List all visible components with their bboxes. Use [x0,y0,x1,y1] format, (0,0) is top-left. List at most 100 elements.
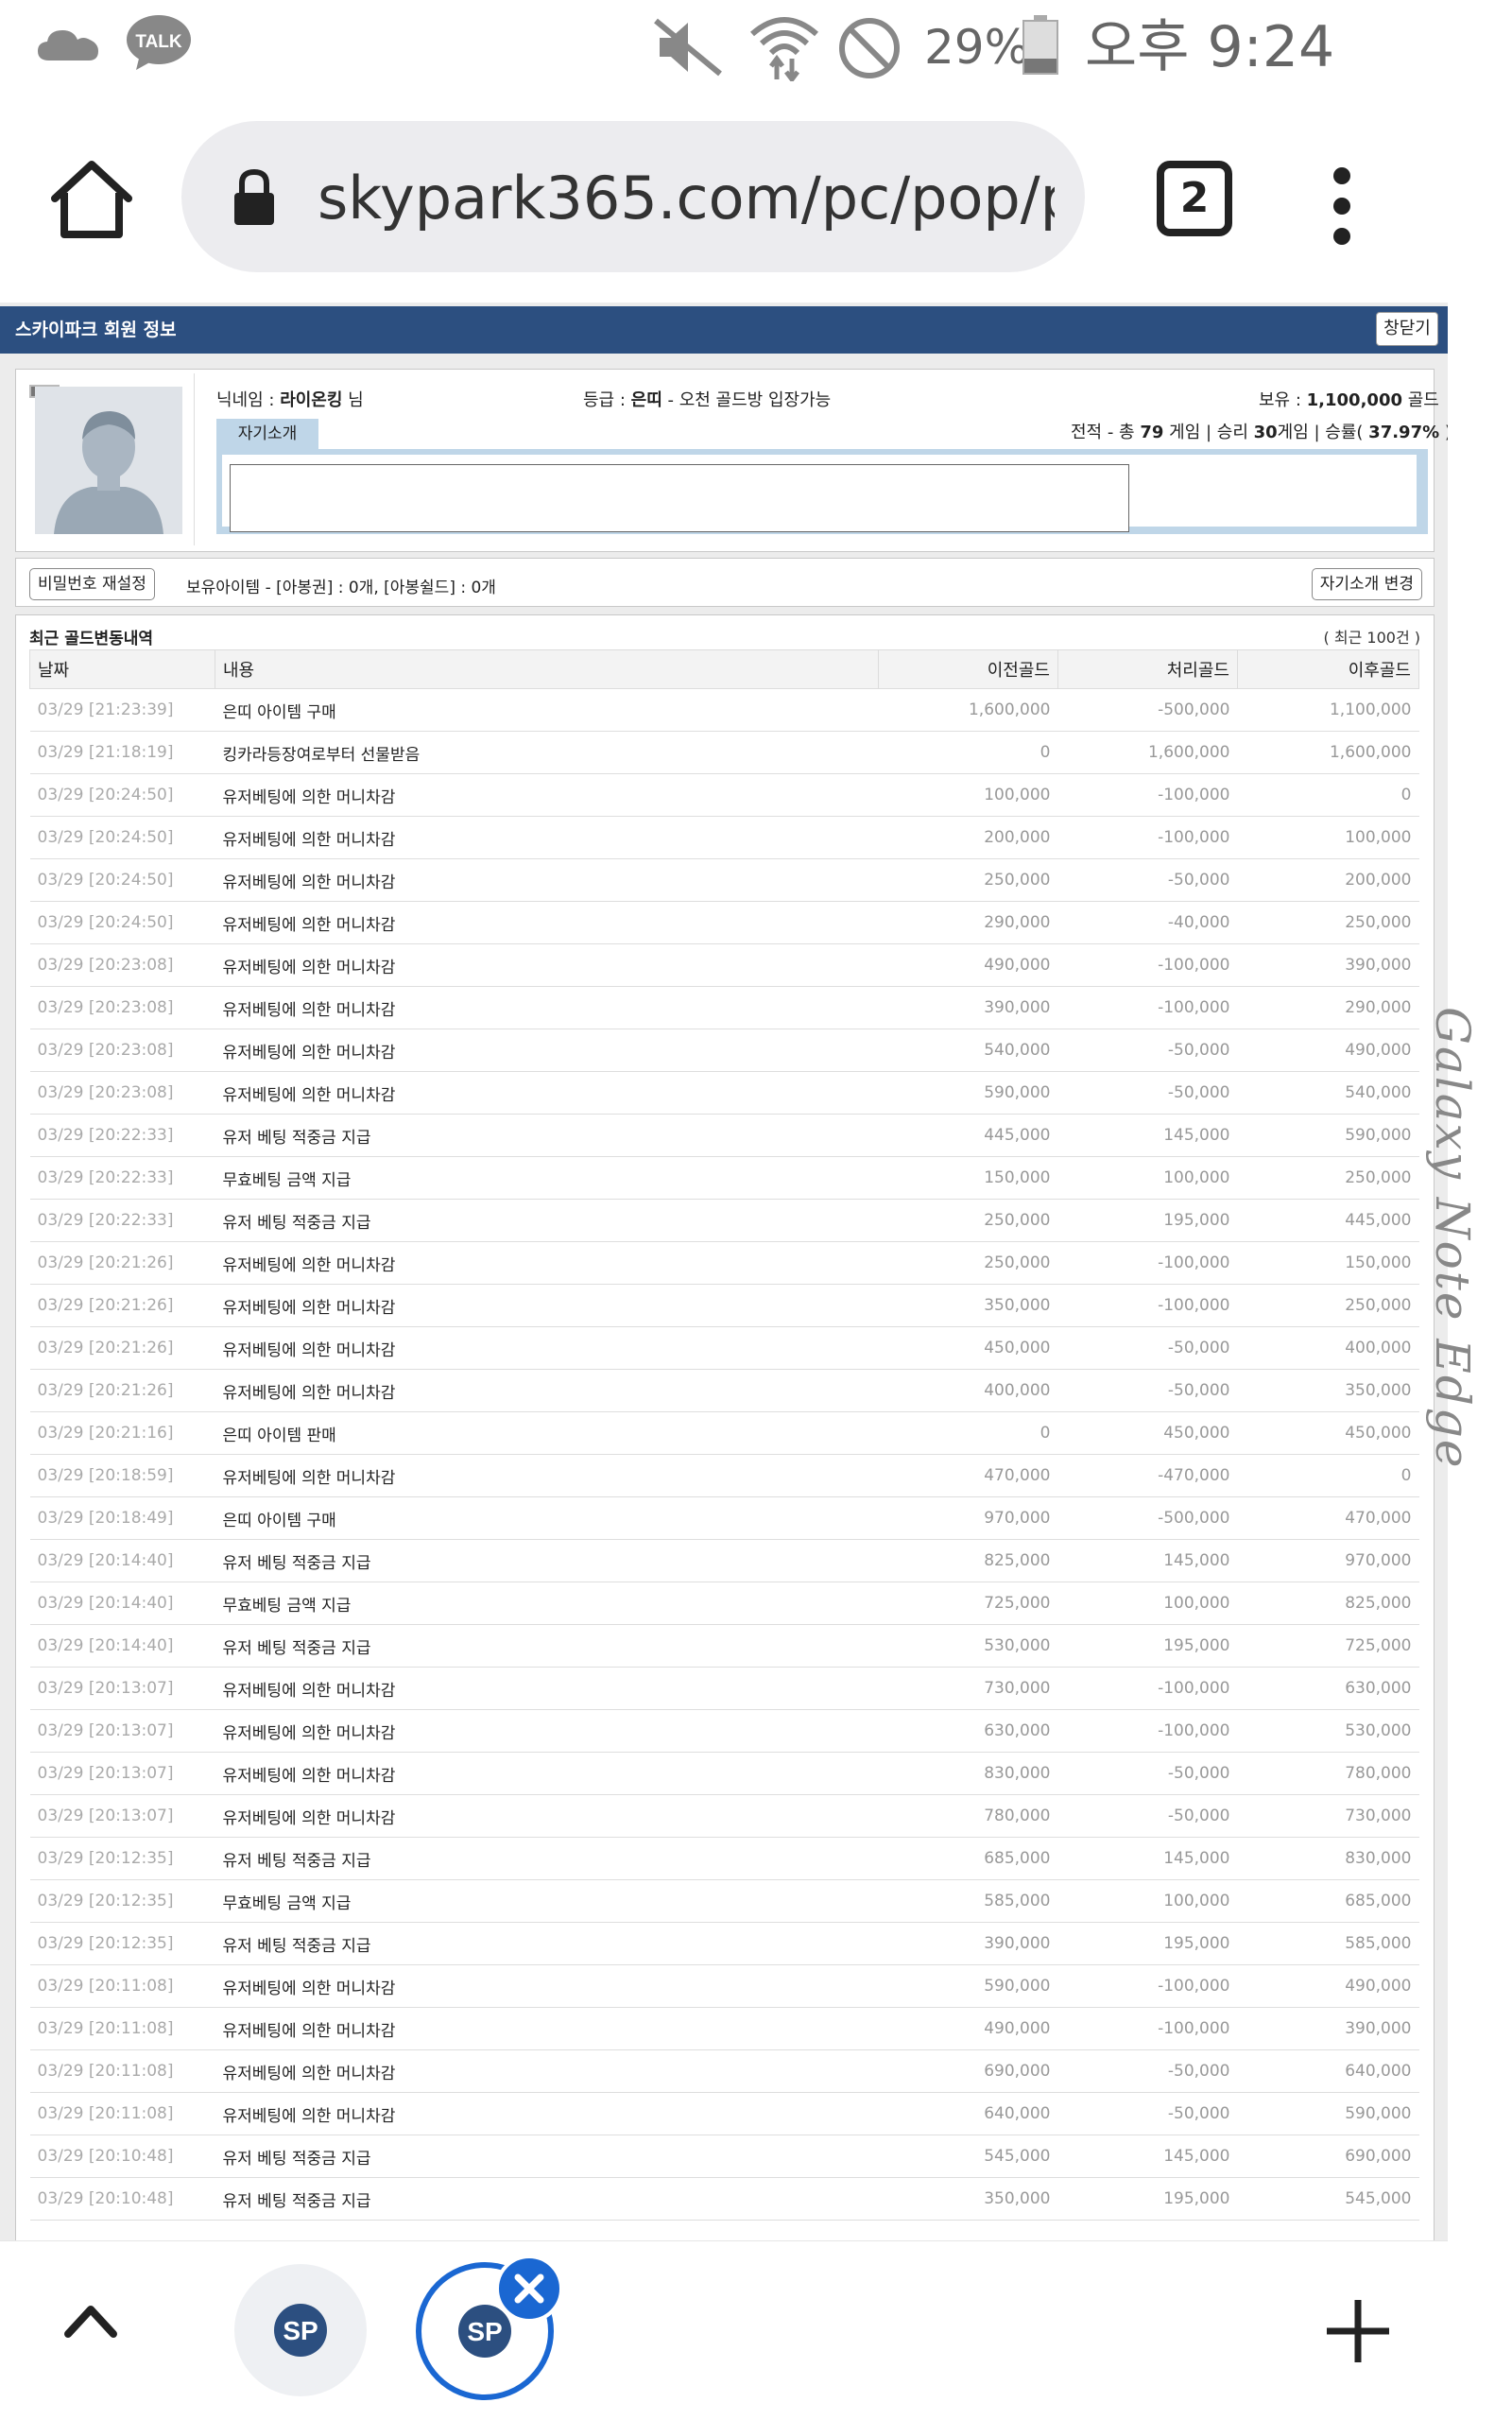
cell-after-gold: 690,000 [1237,2135,1419,2178]
close-window-button[interactable]: 창닫기 [1376,312,1438,346]
table-row: 03/29 [20:24:50] 유저베팅에 의한 머니차감 290,000 -40,… [29,901,1419,944]
cell-after-gold: 540,000 [1237,1071,1419,1115]
battery-icon [1022,15,1058,75]
cell-content: 유저베팅에 의한 머니차감 [215,1241,879,1285]
svg-text:SP: SP [283,2316,318,2345]
cell-before-gold: 970,000 [878,1496,1058,1540]
block-icon [839,18,900,78]
table-row: 03/29 [20:18:49] 은띠 아이템 구매 970,000 -500,000… [29,1496,1419,1540]
column-header-content: 내용 [215,649,879,689]
svg-text:TALK: TALK [135,32,182,52]
cell-date: 03/29 [20:24:50] [29,773,215,817]
cell-change-gold: -100,000 [1057,1284,1238,1327]
cell-before-gold: 1,600,000 [878,688,1058,732]
history-count: ( 최근 100건 ) [1323,629,1420,647]
cell-after-gold: 470,000 [1237,1496,1419,1540]
cell-after-gold: 970,000 [1237,1539,1419,1582]
cell-date: 03/29 [20:11:08] [29,2007,215,2050]
cell-date: 03/29 [20:24:50] [29,901,215,944]
cell-change-gold: -100,000 [1057,1667,1238,1710]
cell-after-gold: 450,000 [1237,1411,1419,1455]
table-row: 03/29 [20:13:07] 유저베팅에 의한 머니차감 780,000 -50,… [29,1794,1419,1838]
cell-date: 03/29 [20:23:08] [29,943,215,987]
cell-date: 03/29 [20:13:07] [29,1794,215,1838]
cell-date: 03/29 [20:23:08] [29,1071,215,1115]
table-row: 03/29 [20:22:33] 무효베팅 금액 지급 150,000 100,000… [29,1156,1419,1200]
cell-content: 유저베팅에 의한 머니차감 [215,986,879,1029]
reset-password-button[interactable]: 비밀번호 재설정 [29,568,155,600]
cell-after-gold: 350,000 [1237,1369,1419,1412]
cell-date: 03/29 [20:13:07] [29,1709,215,1753]
popup-title: 스카이파크 회원 정보 [15,320,177,340]
cell-change-gold: 100,000 [1057,1582,1238,1625]
avatar [35,387,182,534]
balance-text: 보유 : 1,100,000 골드 [1259,390,1439,410]
cell-after-gold: 490,000 [1237,1028,1419,1072]
cell-date: 03/29 [20:21:26] [29,1241,215,1285]
more-menu-icon[interactable] [1323,163,1361,257]
cell-after-gold: 590,000 [1237,1114,1419,1157]
cell-date: 03/29 [21:23:39] [29,688,215,732]
table-row: 03/29 [20:23:08] 유저베팅에 의한 머니차감 540,000 -50,… [29,1028,1419,1072]
cell-date: 03/29 [20:10:48] [29,2177,215,2221]
close-icon[interactable] [495,2255,563,2323]
cell-before-gold: 725,000 [878,1582,1058,1625]
cell-before-gold: 390,000 [878,986,1058,1029]
cell-after-gold: 250,000 [1237,1156,1419,1200]
tab-thumbnail[interactable]: SP [234,2264,367,2396]
cell-content: 유저베팅에 의한 머니차감 [215,1454,879,1497]
cell-before-gold: 250,000 [878,1199,1058,1242]
column-header-change-gold: 처리골드 [1057,649,1238,689]
url-text[interactable]: skypark365.com/pc/pop/pc [318,159,1055,238]
cell-date: 03/29 [20:22:33] [29,1156,215,1200]
cell-before-gold: 445,000 [878,1114,1058,1157]
cell-change-gold: -50,000 [1057,2049,1238,2093]
cell-content: 유저베팅에 의한 머니차감 [215,1284,879,1327]
change-intro-button[interactable]: 자기소개 변경 [1311,568,1422,600]
cell-content: 은띠 아이템 구매 [215,1496,879,1540]
table-row: 03/29 [20:18:59] 유저베팅에 의한 머니차감 470,000 -470… [29,1454,1419,1497]
cell-after-gold: 590,000 [1237,2092,1419,2135]
table-row: 03/29 [20:21:26] 유저베팅에 의한 머니차감 400,000 -50,… [29,1369,1419,1412]
cell-after-gold: 640,000 [1237,2049,1419,2093]
cell-change-gold: -500,000 [1057,688,1238,732]
cell-content: 유저 베팅 적중금 지급 [215,1539,879,1582]
owned-items-text: 보유아이템 - [아봉권] : 0개, [아봉쉴드] : 0개 [186,579,496,597]
cell-content: 유저베팅에 의한 머니차감 [215,773,879,817]
plus-icon[interactable] [1323,2296,1393,2366]
status-bar: TALK 29% 오후 9:24 [0,0,1448,95]
cell-after-gold: 390,000 [1237,2007,1419,2050]
cell-date: 03/29 [20:12:35] [29,1922,215,1965]
record-wins: 30 [1253,423,1278,442]
self-intro-field[interactable] [230,464,1129,532]
address-bar[interactable]: skypark365.com/pc/pop/pc [181,121,1085,272]
cell-before-gold: 530,000 [878,1624,1058,1668]
tab-self-intro[interactable]: 자기소개 [216,419,318,449]
cell-before-gold: 470,000 [878,1454,1058,1497]
cell-date: 03/29 [20:14:40] [29,1624,215,1668]
tab-switcher-button[interactable]: 2 [1157,161,1232,236]
cell-content: 무효베팅 금액 지급 [215,1582,879,1625]
cell-change-gold: 100,000 [1057,1879,1238,1923]
cell-content: 유저베팅에 의한 머니차감 [215,858,879,902]
mute-icon [654,18,722,77]
cell-before-gold: 400,000 [878,1369,1058,1412]
cell-before-gold: 350,000 [878,2177,1058,2221]
home-icon[interactable] [49,159,134,240]
cell-change-gold: -500,000 [1057,1496,1238,1540]
cell-before-gold: 390,000 [878,1922,1058,1965]
chevron-up-icon[interactable] [62,2298,119,2342]
cell-content: 은띠 아이템 구매 [215,688,879,732]
table-row: 03/29 [20:10:48] 유저 베팅 적중금 지급 545,000 145,0… [29,2135,1419,2178]
gold-history-table: 날짜 내용 이전골드 처리골드 이후골드 03/29 [21:23:39] 은띠 … [29,649,1419,2221]
table-row: 03/29 [20:21:26] 유저베팅에 의한 머니차감 350,000 -100… [29,1284,1419,1327]
history-title: 최근 골드변동내역 [29,630,154,648]
cell-content: 유저 베팅 적중금 지급 [215,1114,879,1157]
table-row: 03/29 [20:12:35] 무효베팅 금액 지급 585,000 100,000… [29,1879,1419,1923]
cell-content: 유저베팅에 의한 머니차감 [215,1794,879,1838]
cell-change-gold: -50,000 [1057,1028,1238,1072]
cell-before-gold: 0 [878,731,1058,774]
svg-text:SP: SP [467,2317,502,2346]
cell-before-gold: 250,000 [878,858,1058,902]
cell-content: 유저 베팅 적중금 지급 [215,1837,879,1880]
